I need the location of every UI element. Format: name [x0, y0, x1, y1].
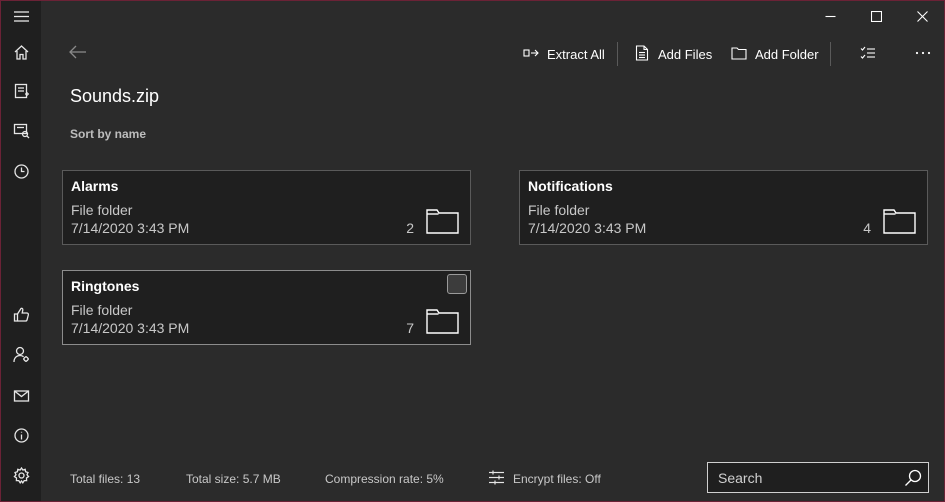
item-type: File folder [528, 202, 590, 218]
arrow-left-icon [69, 45, 87, 64]
mail-icon [13, 387, 30, 409]
select-checkbox[interactable] [447, 274, 467, 294]
item-name: Notifications [528, 178, 613, 194]
add-folder-button[interactable]: Add Folder [731, 41, 819, 67]
about-button[interactable] [1, 420, 41, 456]
account-icon [12, 346, 30, 368]
settings-icon [12, 466, 30, 489]
toolbar-divider [617, 42, 618, 66]
folder-icon [883, 209, 916, 234]
feedback-mail-button[interactable] [1, 380, 41, 416]
folder-icon [731, 45, 747, 64]
settings-button[interactable] [1, 460, 41, 496]
item-count: 7 [406, 320, 414, 336]
compression-rate-status: Compression rate: 5% [325, 472, 444, 486]
sliders-icon [488, 469, 505, 489]
item-type: File folder [71, 202, 133, 218]
home-icon [13, 44, 30, 66]
maximize-button[interactable] [853, 1, 899, 35]
item-date: 7/14/2020 3:43 PM [71, 320, 190, 336]
total-files-status: Total files: 13 [70, 472, 141, 486]
home-button[interactable] [1, 37, 41, 73]
add-files-label: Add Files [658, 46, 713, 62]
open-archive-button[interactable] [1, 115, 41, 151]
toolbar-divider [830, 42, 831, 66]
encrypt-files-label: Encrypt files: Off [513, 472, 601, 486]
more-icon [915, 45, 931, 64]
folder-card-notifications[interactable]: Notifications File folder 7/14/2020 3:43… [519, 170, 928, 245]
open-archive-icon [13, 122, 30, 144]
add-folder-label: Add Folder [755, 46, 819, 62]
new-archive-icon [13, 83, 30, 105]
item-date: 7/14/2020 3:43 PM [71, 220, 190, 236]
item-count: 4 [863, 220, 871, 236]
minimize-icon [825, 9, 836, 27]
hamburger-menu-icon [13, 8, 30, 30]
extract-all-button[interactable]: Extract All [523, 41, 605, 67]
item-type: File folder [71, 302, 133, 318]
checklist-icon [860, 45, 876, 64]
extract-all-label: Extract All [547, 46, 605, 62]
rate-app-button[interactable] [1, 299, 41, 335]
more-options-button[interactable] [915, 41, 931, 67]
history-icon [13, 163, 30, 185]
search-icon[interactable] [904, 469, 922, 487]
total-size-status: Total size: 5.7 MB [186, 472, 281, 486]
add-files-button[interactable]: Add Files [634, 41, 712, 67]
info-icon [13, 427, 30, 449]
close-window-button[interactable] [899, 1, 945, 35]
archive-title: Sounds.zip [70, 86, 160, 106]
search-input[interactable] [708, 463, 898, 492]
folder-icon [426, 309, 459, 334]
item-date: 7/14/2020 3:43 PM [528, 220, 647, 236]
hamburger-menu-button[interactable] [1, 1, 41, 37]
minimize-button[interactable] [807, 1, 853, 35]
thumbs-up-icon [13, 306, 30, 328]
folder-card-ringtones[interactable]: Ringtones File folder 7/14/2020 3:43 PM … [62, 270, 471, 345]
folder-card-alarms[interactable]: Alarms File folder 7/14/2020 3:43 PM 2 [62, 170, 471, 245]
back-button[interactable] [63, 41, 93, 67]
close-icon [916, 9, 928, 27]
file-icon [634, 44, 650, 64]
item-name: Alarms [71, 178, 119, 194]
folder-icon [426, 209, 459, 234]
search-box [707, 462, 929, 493]
extract-icon [523, 45, 539, 64]
select-mode-button[interactable] [860, 41, 876, 67]
sort-by-button[interactable]: Sort by name [70, 127, 146, 141]
nav-rail [1, 1, 41, 501]
encrypt-files-button[interactable]: Encrypt files: Off [488, 469, 601, 489]
maximize-icon [870, 9, 882, 27]
account-button[interactable] [1, 339, 41, 375]
app-window: Extract All Add Files Add Folder Sounds.… [0, 0, 945, 502]
item-count: 2 [406, 220, 414, 236]
new-archive-button[interactable] [1, 76, 41, 112]
item-name: Ringtones [71, 278, 140, 294]
history-button[interactable] [1, 156, 41, 192]
